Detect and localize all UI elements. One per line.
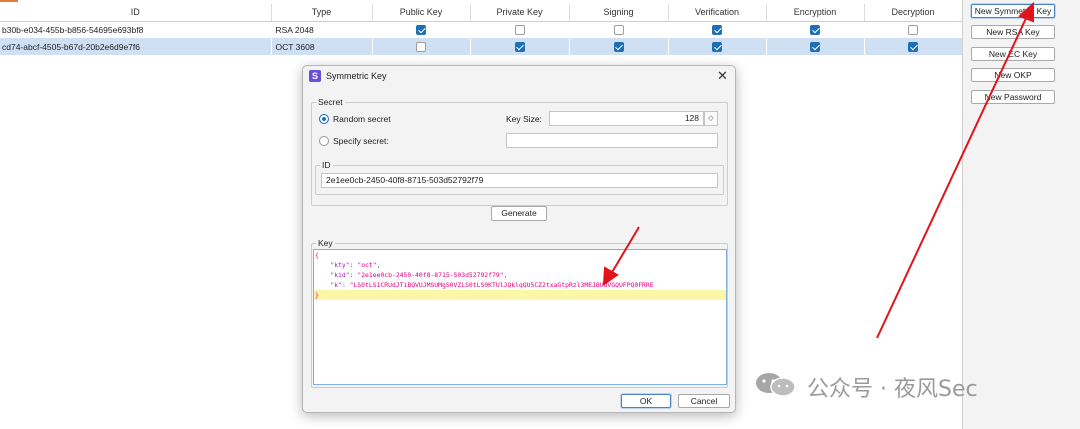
json-line-kid: "kid": "2e1ee0cb-2450-40f8-8715-503d5279…: [330, 271, 508, 279]
cell-type: RSA 2048: [275, 24, 314, 35]
new-password-button[interactable]: New Password: [971, 90, 1055, 104]
new-symmetric-key-button[interactable]: New Symmetric Key: [971, 4, 1055, 18]
specify-secret-label: Specify secret:: [333, 136, 389, 146]
dialog-title: Symmetric Key: [326, 71, 387, 81]
verification-checkbox[interactable]: [712, 41, 722, 52]
new-ec-key-button[interactable]: New EC Key: [971, 47, 1055, 61]
column-header-verification[interactable]: Verification: [668, 4, 767, 22]
column-header-decryption[interactable]: Decryption: [864, 4, 963, 22]
watermark-text: 公众号 · 夜风Sec: [807, 377, 978, 402]
new-okp-button[interactable]: New OKP: [971, 68, 1055, 82]
json-close-brace: }: [314, 290, 726, 300]
key-group-label: Key: [318, 238, 333, 248]
key-actions-panel: New Symmetric Key New RSA Key New EC Key…: [962, 0, 1080, 429]
json-line-k: "k": "LS0tLS1CRUdJTiBQVUJMSUMgS0VZLS0tLS…: [330, 281, 654, 289]
cell-id: b30b-e034-455b-b856-54695e693bf8: [2, 24, 144, 35]
table-row[interactable]: cd74-abcf-4505-b67d-20b2e6d9e7f6 OCT 360…: [0, 38, 962, 55]
json-line-kty: "kty": "oct",: [330, 261, 381, 269]
id-field[interactable]: 2e1ee0cb-2450-40f8-8715-503d52792f79: [321, 173, 718, 188]
secret-group-label: Secret: [318, 97, 343, 107]
column-header-public-key[interactable]: Public Key: [372, 4, 471, 22]
generate-button[interactable]: Generate: [491, 206, 547, 221]
key-size-spinner[interactable]: ◇: [704, 111, 718, 126]
json-open-brace: {: [315, 251, 319, 259]
top-accent-bar: [0, 0, 18, 2]
random-secret-label: Random secret: [333, 114, 391, 124]
public-key-checkbox[interactable]: [416, 25, 426, 36]
app-logo-icon: S: [309, 70, 321, 82]
new-rsa-key-button[interactable]: New RSA Key: [971, 25, 1055, 39]
ok-button[interactable]: OK: [621, 394, 671, 408]
column-header-type[interactable]: Type: [271, 4, 373, 22]
keys-table: ID Type Public Key Private Key Signing V…: [0, 4, 963, 55]
public-key-checkbox[interactable]: [416, 41, 426, 52]
id-group-label: ID: [322, 160, 331, 170]
cell-id: cd74-abcf-4505-b67d-20b2e6d9e7f6: [0, 38, 271, 55]
random-secret-radio[interactable]: [319, 114, 329, 124]
verification-checkbox[interactable]: [712, 25, 722, 36]
dialog-titlebar: S Symmetric Key ✕: [303, 66, 735, 88]
key-size-field[interactable]: 128: [549, 111, 704, 126]
key-json-editor[interactable]: { "kty": "oct", "kid": "2e1ee0cb-2450-40…: [313, 249, 727, 385]
encryption-checkbox[interactable]: [810, 41, 820, 52]
cancel-button[interactable]: Cancel: [678, 394, 730, 408]
column-header-signing[interactable]: Signing: [569, 4, 669, 22]
private-key-checkbox[interactable]: [514, 25, 525, 36]
specify-secret-input[interactable]: [506, 133, 718, 148]
decryption-checkbox[interactable]: [908, 41, 918, 52]
column-header-private-key[interactable]: Private Key: [470, 4, 570, 22]
encryption-checkbox[interactable]: [810, 25, 820, 36]
table-header-row: ID Type Public Key Private Key Signing V…: [0, 4, 963, 22]
close-icon[interactable]: ✕: [717, 68, 728, 84]
key-size-label: Key Size:: [506, 114, 542, 124]
decryption-checkbox[interactable]: [908, 25, 918, 36]
specify-secret-radio[interactable]: [319, 136, 329, 146]
wechat-icon: [756, 373, 796, 397]
cell-type: OCT 3608: [271, 38, 372, 55]
table-row[interactable]: b30b-e034-455b-b856-54695e693bf8 RSA 204…: [0, 21, 962, 38]
private-key-checkbox[interactable]: [514, 41, 525, 52]
column-header-id[interactable]: ID: [0, 4, 272, 22]
signing-checkbox[interactable]: [613, 25, 624, 36]
column-header-encryption[interactable]: Encryption: [766, 4, 865, 22]
symmetric-key-dialog: S Symmetric Key ✕ Secret Random secret S…: [302, 65, 736, 413]
signing-checkbox[interactable]: [613, 41, 624, 52]
